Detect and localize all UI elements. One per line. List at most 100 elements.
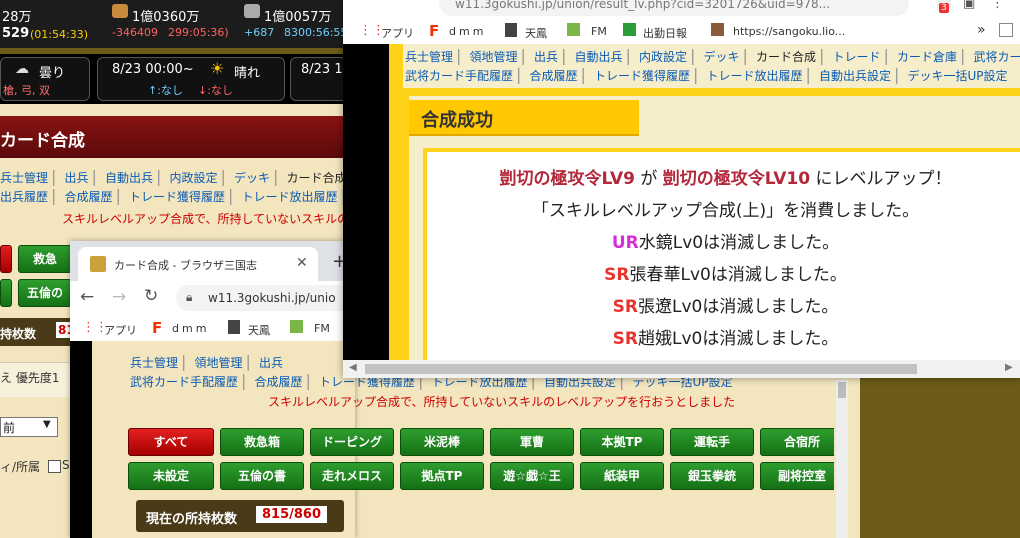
nav-link[interactable]: 武将カード一括 bbox=[974, 50, 1020, 64]
front-browser-window: w11.3gokushi.jp/union/result_lv.php?cid=… bbox=[343, 0, 1020, 378]
tab-deck[interactable]: 米泥棒 bbox=[400, 428, 484, 456]
nav-link[interactable]: カード倉庫 bbox=[897, 50, 957, 64]
weather-sub-down: ↓:なし bbox=[198, 84, 233, 97]
nav-link[interactable]: 自動出兵 bbox=[575, 50, 623, 64]
weather-box-now: ☁ 曇り 槍, 弓, 双 bbox=[0, 57, 90, 101]
sort-select[interactable]: 前 ▼ bbox=[0, 417, 58, 437]
weather-label: 曇り bbox=[39, 66, 66, 81]
tab-deck[interactable]: 走れメロス bbox=[310, 462, 394, 490]
nav-link[interactable]: 内政設定 bbox=[639, 50, 687, 64]
resource-2: 1億0360万 bbox=[132, 10, 200, 25]
bookmark-dmm[interactable]: dmm bbox=[172, 322, 209, 335]
nav-link[interactable]: 合成履歴 bbox=[530, 69, 578, 83]
bookmark-work-report[interactable]: 出勤日報 bbox=[643, 25, 687, 41]
bookmark-sangoku[interactable]: https://sangoku.lio... bbox=[733, 25, 845, 38]
weather-sub: 槍, 弓, 双 bbox=[3, 84, 50, 97]
nav-link[interactable]: 合成履歴 bbox=[255, 375, 303, 389]
nav-link[interactable]: 出兵 bbox=[65, 171, 89, 185]
lower-scrollbar[interactable] bbox=[836, 380, 848, 538]
weather-label: 晴れ bbox=[234, 66, 261, 81]
front-address-bar[interactable]: w11.3gokushi.jp/union/result_lv.php?cid=… bbox=[439, 0, 909, 16]
scroll-thumb[interactable] bbox=[838, 382, 846, 398]
priority-label: え 優先度1 bbox=[0, 371, 60, 385]
bookmark-apps[interactable]: アプリ bbox=[104, 322, 137, 338]
tab-all[interactable] bbox=[0, 245, 12, 273]
back-arrow-icon[interactable]: ← bbox=[80, 287, 94, 307]
tab-deck[interactable]: ドーピング bbox=[310, 428, 394, 456]
popup-address-bar[interactable]: 🔒︎ w11.3gokushi.jp/unio bbox=[176, 285, 355, 311]
rarity-badge: SR bbox=[612, 329, 638, 349]
tab-deck[interactable]: 本拠TP bbox=[580, 428, 664, 456]
nav-link[interactable]: 領地管理 bbox=[195, 356, 243, 370]
popup-active-tab[interactable]: カード合成 - ブラウザ三国志 ✕ bbox=[78, 247, 318, 281]
bookmark-apps[interactable]: アプリ bbox=[381, 25, 414, 41]
reading-list-icon[interactable] bbox=[999, 23, 1013, 37]
weather-box-next: 8/23 00:00~ ☀ 晴れ ↑:なし ↓:なし bbox=[97, 57, 285, 101]
nav-link[interactable]: 自動出兵 bbox=[105, 171, 153, 185]
tab-all[interactable]: すべて bbox=[128, 428, 214, 456]
tab-deck[interactable]: 五倫の書 bbox=[220, 462, 304, 490]
resource-1: 28万 bbox=[2, 10, 32, 25]
forward-arrow-icon[interactable]: → bbox=[112, 287, 126, 307]
nav-link[interactable]: トレード獲得履歴 bbox=[594, 69, 690, 83]
scroll-right-icon[interactable]: ▶ bbox=[1005, 362, 1013, 373]
nav-link[interactable]: 合成履歴 bbox=[65, 190, 113, 204]
tab-deck[interactable]: 副将控室 bbox=[760, 462, 834, 490]
nav-link[interactable]: 武将カード手配履歴 bbox=[130, 375, 238, 389]
horizontal-scrollbar[interactable]: ◀ ▶ bbox=[343, 360, 1020, 378]
tab-deck[interactable]: 遊☆戯☆王 bbox=[490, 462, 574, 490]
lock-icon: 🔒︎ bbox=[186, 290, 193, 304]
nav-link[interactable]: 出兵履歴 bbox=[0, 190, 48, 204]
address-text: w11.3gokushi.jp/union/result_lv.php?cid=… bbox=[455, 0, 831, 11]
tab-deck[interactable]: 救急箱 bbox=[220, 428, 304, 456]
nav-link[interactable]: 兵士管理 bbox=[0, 171, 48, 185]
bookmark-fm[interactable]: FM bbox=[591, 25, 607, 38]
address-text: w11.3gokushi.jp/unio bbox=[208, 291, 336, 305]
nav-link[interactable]: 内政設定 bbox=[170, 171, 218, 185]
scroll-thumb[interactable] bbox=[365, 364, 917, 374]
bookmarks-more-icon[interactable]: » bbox=[977, 22, 986, 38]
nav-link[interactable]: デッキ bbox=[234, 171, 270, 185]
nav-link[interactable]: 領地管理 bbox=[470, 50, 518, 64]
skill-before: 剴切の極攻令LV9 bbox=[499, 169, 635, 189]
menu-icon[interactable]: ⋮ bbox=[991, 0, 1004, 11]
bookmark-tenhou[interactable]: 天鳳 bbox=[248, 322, 270, 338]
tab-deck[interactable]: 軍曹 bbox=[490, 428, 574, 456]
nav-link[interactable]: トレード放出履歴 bbox=[707, 69, 803, 83]
tab-first-aid[interactable]: 救急 bbox=[18, 245, 72, 273]
nav-link[interactable]: デッキ一括UP設定 bbox=[908, 69, 1008, 83]
tab-deck[interactable]: 未設定 bbox=[128, 462, 214, 490]
tab-deck[interactable]: 拠点TP bbox=[400, 462, 484, 490]
tab-unset[interactable] bbox=[0, 279, 12, 307]
tenhou-icon bbox=[505, 23, 517, 37]
tab-title: カード合成 - ブラウザ三国志 bbox=[114, 259, 257, 272]
nav-link[interactable]: 自動出兵設定 bbox=[819, 69, 891, 83]
nav-link[interactable]: 兵士管理 bbox=[405, 50, 453, 64]
chevron-down-icon: ▼ bbox=[43, 419, 51, 430]
extension-icon[interactable]: ▣ bbox=[963, 0, 975, 11]
front-nav-row2: 武将カード手配履歴 | 合成履歴 | トレード獲得履歴 | トレード放出履歴 | 自動出… bbox=[405, 65, 1008, 84]
tab-deck[interactable]: 合宿所 bbox=[760, 428, 834, 456]
tab-deck[interactable]: 運転手 bbox=[670, 428, 754, 456]
nav-link[interactable]: デッキ bbox=[704, 50, 740, 64]
tab-deck[interactable]: 銀玉拳銃 bbox=[670, 462, 754, 490]
reload-icon[interactable]: ↻ bbox=[144, 286, 158, 306]
nav-link[interactable]: 出兵 bbox=[259, 356, 283, 370]
bookmark-dmm[interactable]: dmm bbox=[449, 25, 486, 38]
nav-link[interactable]: 武将カード手配履歴 bbox=[405, 69, 513, 83]
levelup-line: 剴切の極攻令LV9 が 剴切の極攻令LV10 にレベルアップ！ bbox=[499, 169, 952, 189]
scroll-left-icon[interactable]: ◀ bbox=[349, 362, 357, 373]
tab-deck[interactable]: 紙装甲 bbox=[580, 462, 664, 490]
notification-badge: 3 bbox=[939, 3, 949, 13]
close-tab-icon[interactable]: ✕ bbox=[296, 255, 308, 271]
bookmark-tenhou[interactable]: 天鳳 bbox=[525, 25, 547, 41]
bookmark-fm[interactable]: FM bbox=[314, 322, 330, 335]
nav-link[interactable]: トレード獲得履歴 bbox=[129, 190, 225, 204]
tab-gorin[interactable]: 五倫の bbox=[18, 279, 72, 307]
nav-link[interactable]: 出兵 bbox=[534, 50, 558, 64]
nav-link[interactable]: トレード放出履歴 bbox=[242, 190, 338, 204]
nav-link[interactable]: トレード bbox=[833, 50, 881, 64]
filter-checkbox[interactable] bbox=[48, 460, 61, 473]
nav-link[interactable]: 兵士管理 bbox=[130, 356, 178, 370]
popup-bookmarks-bar: ⋮⋮ アプリ F dmm 天鳳 FM bbox=[70, 315, 355, 342]
